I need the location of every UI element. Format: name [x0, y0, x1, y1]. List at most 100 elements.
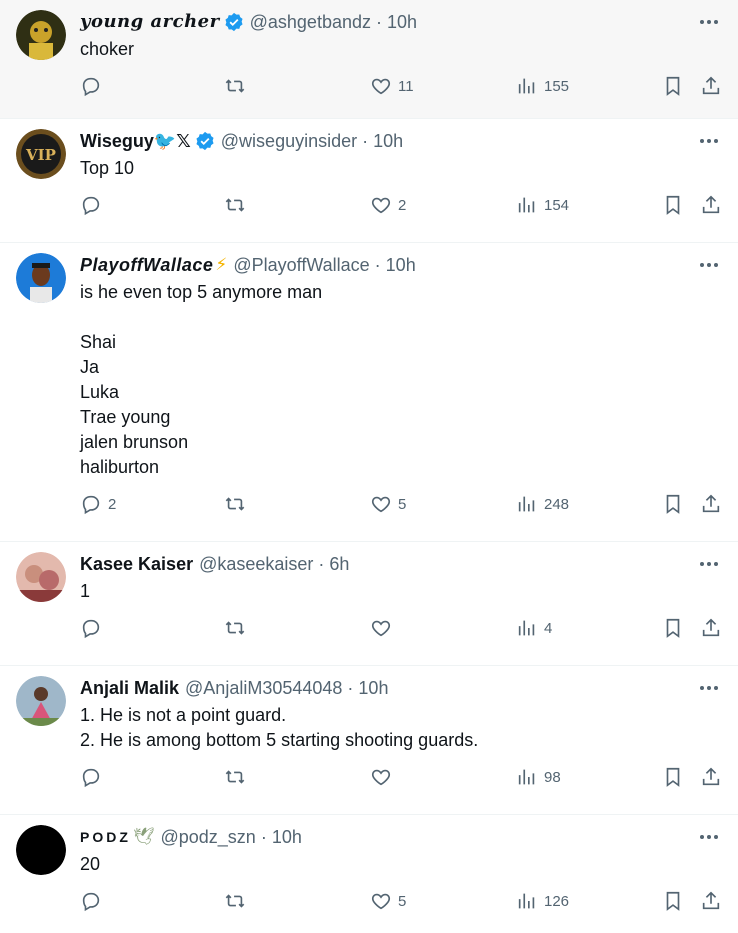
bookmark-button[interactable] [662, 492, 684, 516]
handle[interactable]: @kaseekaiser [199, 552, 313, 576]
display-name[interactable]: Kasee Kaiser [80, 552, 193, 576]
avatar[interactable] [16, 10, 66, 60]
retweet-button[interactable] [224, 74, 246, 98]
avatar[interactable] [16, 552, 66, 602]
tweet[interactable]: PlayoffWallace ⚡ @PlayoffWallace · 10h i… [0, 243, 738, 542]
retweet-button[interactable] [224, 889, 246, 913]
display-name[interactable]: PlayoffWallace [80, 253, 213, 277]
display-name[interactable]: Wiseguy🐦𝕏 [80, 129, 191, 153]
reply-button[interactable] [80, 74, 108, 98]
more-icon[interactable] [698, 12, 720, 32]
views-button[interactable]: 4 [516, 616, 552, 640]
handle[interactable]: @AnjaliM30544048 [185, 676, 342, 700]
share-button[interactable] [700, 492, 722, 516]
tweet[interactable]: Anjali Malik @AnjaliM30544048 · 10h 1. H… [0, 666, 738, 815]
tweet[interactable]: PODZ 🕊 @podz_szn · 10h 20 5 126 [0, 815, 738, 933]
handle[interactable]: @wiseguyinsider [221, 129, 357, 153]
text-line: Top 10 [80, 158, 135, 178]
reply-icon [82, 196, 100, 216]
display-name[interactable]: Anjali Malik [80, 676, 179, 700]
bookmark-icon [666, 195, 680, 215]
timestamp[interactable]: 10h [387, 10, 417, 34]
reply-icon [82, 495, 100, 515]
text-line: 20 [80, 854, 101, 874]
share-icon [702, 76, 720, 95]
action-bar: 2 154 [80, 181, 722, 233]
like-icon [371, 620, 391, 637]
text-line: 2. He is among bottom 5 starting shootin… [80, 730, 479, 750]
avatar[interactable] [16, 253, 66, 303]
text-line: haliburton [80, 457, 160, 477]
views-button[interactable]: 248 [516, 492, 569, 516]
separator-dot: · [374, 255, 381, 275]
reply-button[interactable] [80, 889, 108, 913]
like-button[interactable]: 11 [370, 74, 414, 98]
display-name[interactable]: PODZ [80, 825, 131, 849]
more-icon[interactable] [698, 827, 720, 847]
bookmark-button[interactable] [662, 765, 684, 789]
views-button[interactable]: 155 [516, 74, 569, 98]
views-button[interactable]: 126 [516, 889, 569, 913]
text-line: Trae young [80, 407, 171, 427]
avatar[interactable] [16, 676, 66, 726]
like-button[interactable] [370, 616, 398, 640]
like-button[interactable]: 5 [370, 492, 406, 516]
retweet-button[interactable] [224, 492, 246, 516]
action-bar: 4 [80, 604, 722, 656]
separator-dot: · [347, 678, 354, 698]
bookmark-button[interactable] [662, 193, 684, 217]
reply-button[interactable]: 2 [80, 492, 116, 516]
avatar[interactable] [16, 825, 66, 875]
more-icon[interactable] [698, 255, 720, 275]
like-button[interactable]: 5 [370, 889, 406, 913]
text-line: jalen brunson [80, 432, 189, 452]
avatar[interactable]: VIP [16, 129, 66, 179]
dove-emoji: 🕊 [132, 827, 155, 846]
share-button[interactable] [700, 889, 722, 913]
reply-button[interactable] [80, 616, 108, 640]
tweet-text: is he even top 5 anymore man Shai Ja Luk… [80, 280, 722, 480]
timestamp[interactable]: 6h [329, 552, 349, 576]
share-button[interactable] [700, 193, 722, 217]
timestamp[interactable]: 10h [272, 825, 302, 849]
share-icon [702, 767, 720, 786]
more-icon[interactable] [698, 678, 720, 698]
more-icon[interactable] [698, 554, 720, 574]
reply-count: 2 [108, 495, 117, 513]
share-button[interactable] [700, 765, 722, 789]
like-button[interactable] [370, 765, 398, 789]
handle[interactable]: @PlayoffWallace [233, 253, 369, 277]
tweet[interactable]: young archer @ashgetbandz · 10h choker 1… [0, 0, 738, 119]
reply-icon [82, 619, 100, 639]
display-name[interactable]: young archer [80, 10, 220, 34]
tweet-text: Top 10 [80, 156, 722, 181]
retweet-icon [225, 79, 245, 93]
retweet-button[interactable] [224, 765, 246, 789]
tweet-header: PlayoffWallace ⚡ @PlayoffWallace · 10h [80, 253, 722, 277]
timestamp[interactable]: 10h [358, 676, 388, 700]
timestamp[interactable]: 10h [373, 129, 403, 153]
like-button[interactable]: 2 [370, 193, 406, 217]
view-count: 126 [544, 892, 570, 910]
tweet[interactable]: Kasee Kaiser @kaseekaiser · 6h 1 4 [0, 542, 738, 666]
retweet-button[interactable] [224, 616, 246, 640]
share-icon [702, 618, 720, 637]
retweet-button[interactable] [224, 193, 246, 217]
share-icon [702, 195, 720, 214]
share-button[interactable] [700, 616, 722, 640]
separator-dot: · [260, 827, 267, 847]
views-button[interactable]: 154 [516, 193, 569, 217]
bookmark-button[interactable] [662, 889, 684, 913]
tweet[interactable]: VIP Wiseguy🐦𝕏 @wiseguyinsider · 10h Top … [0, 119, 738, 243]
bookmark-button[interactable] [662, 74, 684, 98]
text-line: Shai [80, 332, 117, 352]
bookmark-button[interactable] [662, 616, 684, 640]
views-button[interactable]: 98 [516, 765, 561, 789]
reply-button[interactable] [80, 193, 108, 217]
more-icon[interactable] [698, 131, 720, 151]
handle[interactable]: @podz_szn [160, 825, 255, 849]
handle[interactable]: @ashgetbandz [250, 10, 371, 34]
share-button[interactable] [700, 74, 722, 98]
reply-button[interactable] [80, 765, 108, 789]
timestamp[interactable]: 10h [386, 253, 416, 277]
